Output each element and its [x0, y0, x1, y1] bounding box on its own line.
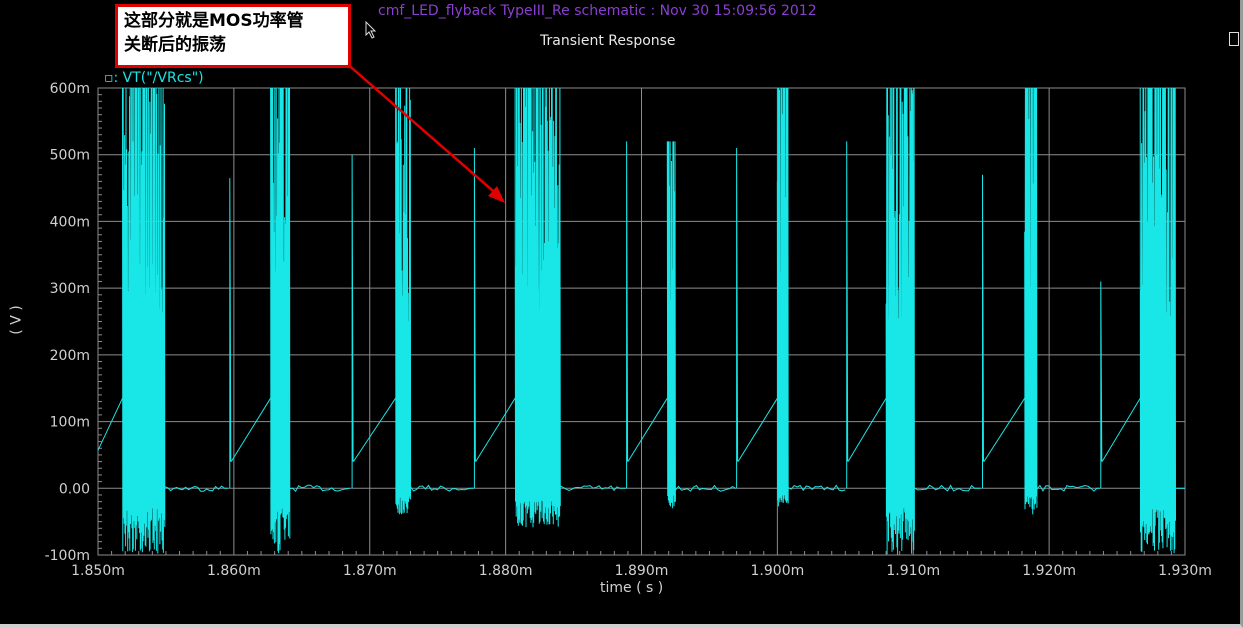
- ringing-burst: [514, 87, 561, 528]
- ramp-segment: [1101, 397, 1141, 462]
- annotation-line-2: 关断后的振荡: [124, 35, 226, 55]
- turn-on-spike: [229, 178, 232, 489]
- turn-on-spike: [736, 147, 739, 489]
- x-tick-label: 1.850m: [71, 563, 125, 579]
- turn-on-spike: [473, 147, 476, 489]
- x-tick-label: 1.930m: [1158, 563, 1212, 579]
- x-tick-label: 1.860m: [207, 563, 261, 579]
- ramp-segment: [983, 397, 1026, 462]
- x-tick-label: 1.880m: [479, 563, 533, 579]
- mouse-cursor-icon: [365, 21, 377, 39]
- ramp-segment: [97, 397, 123, 451]
- ramp-segment: [230, 397, 272, 462]
- ramp-segment: [847, 397, 887, 462]
- y-tick-label: 100m: [50, 415, 90, 431]
- ramp-segment: [475, 397, 516, 462]
- annotation-box: 这部分就是MOS功率管 关断后的振荡: [115, 4, 351, 68]
- annotation-line-1: 这部分就是MOS功率管: [124, 11, 304, 31]
- ringing-burst: [1024, 87, 1038, 515]
- ramp-segment: [737, 397, 778, 462]
- y-tick-label: 400m: [50, 214, 90, 230]
- y-tick-label: 500m: [50, 148, 90, 164]
- y-tick-label: 200m: [50, 348, 90, 364]
- y-tick-label: -100m: [45, 548, 90, 564]
- turn-on-spike: [351, 154, 354, 489]
- ramp-segment: [352, 397, 397, 462]
- ringing-burst: [395, 87, 412, 515]
- ringing-burst: [122, 87, 166, 554]
- turn-on-spike: [846, 141, 849, 489]
- plot-area: 1.850m 1.860m 1.870m 1.880m 1.890m 1.900m 1.91…: [45, 41, 1212, 579]
- turn-on-spike: [626, 141, 629, 489]
- x-tick-label: 1.870m: [343, 563, 397, 579]
- ringing-burst: [1139, 87, 1176, 554]
- turn-on-spike: [1100, 281, 1103, 489]
- y-tick-label: 300m: [50, 281, 90, 297]
- x-tick-label: 1.920m: [1022, 563, 1076, 579]
- ringing-burst: [270, 87, 291, 554]
- x-tick-label: 1.910m: [886, 563, 940, 579]
- y-tick-label: 0.00: [59, 481, 90, 497]
- ramp-segment: [627, 397, 668, 462]
- x-tick-label: 1.900m: [751, 563, 805, 579]
- ringing-burst: [776, 87, 789, 507]
- x-tick-label: 1.890m: [615, 563, 669, 579]
- y-tick-label: 600m: [50, 81, 90, 97]
- ringing-burst: [885, 87, 915, 555]
- ringing-burst: [666, 141, 676, 509]
